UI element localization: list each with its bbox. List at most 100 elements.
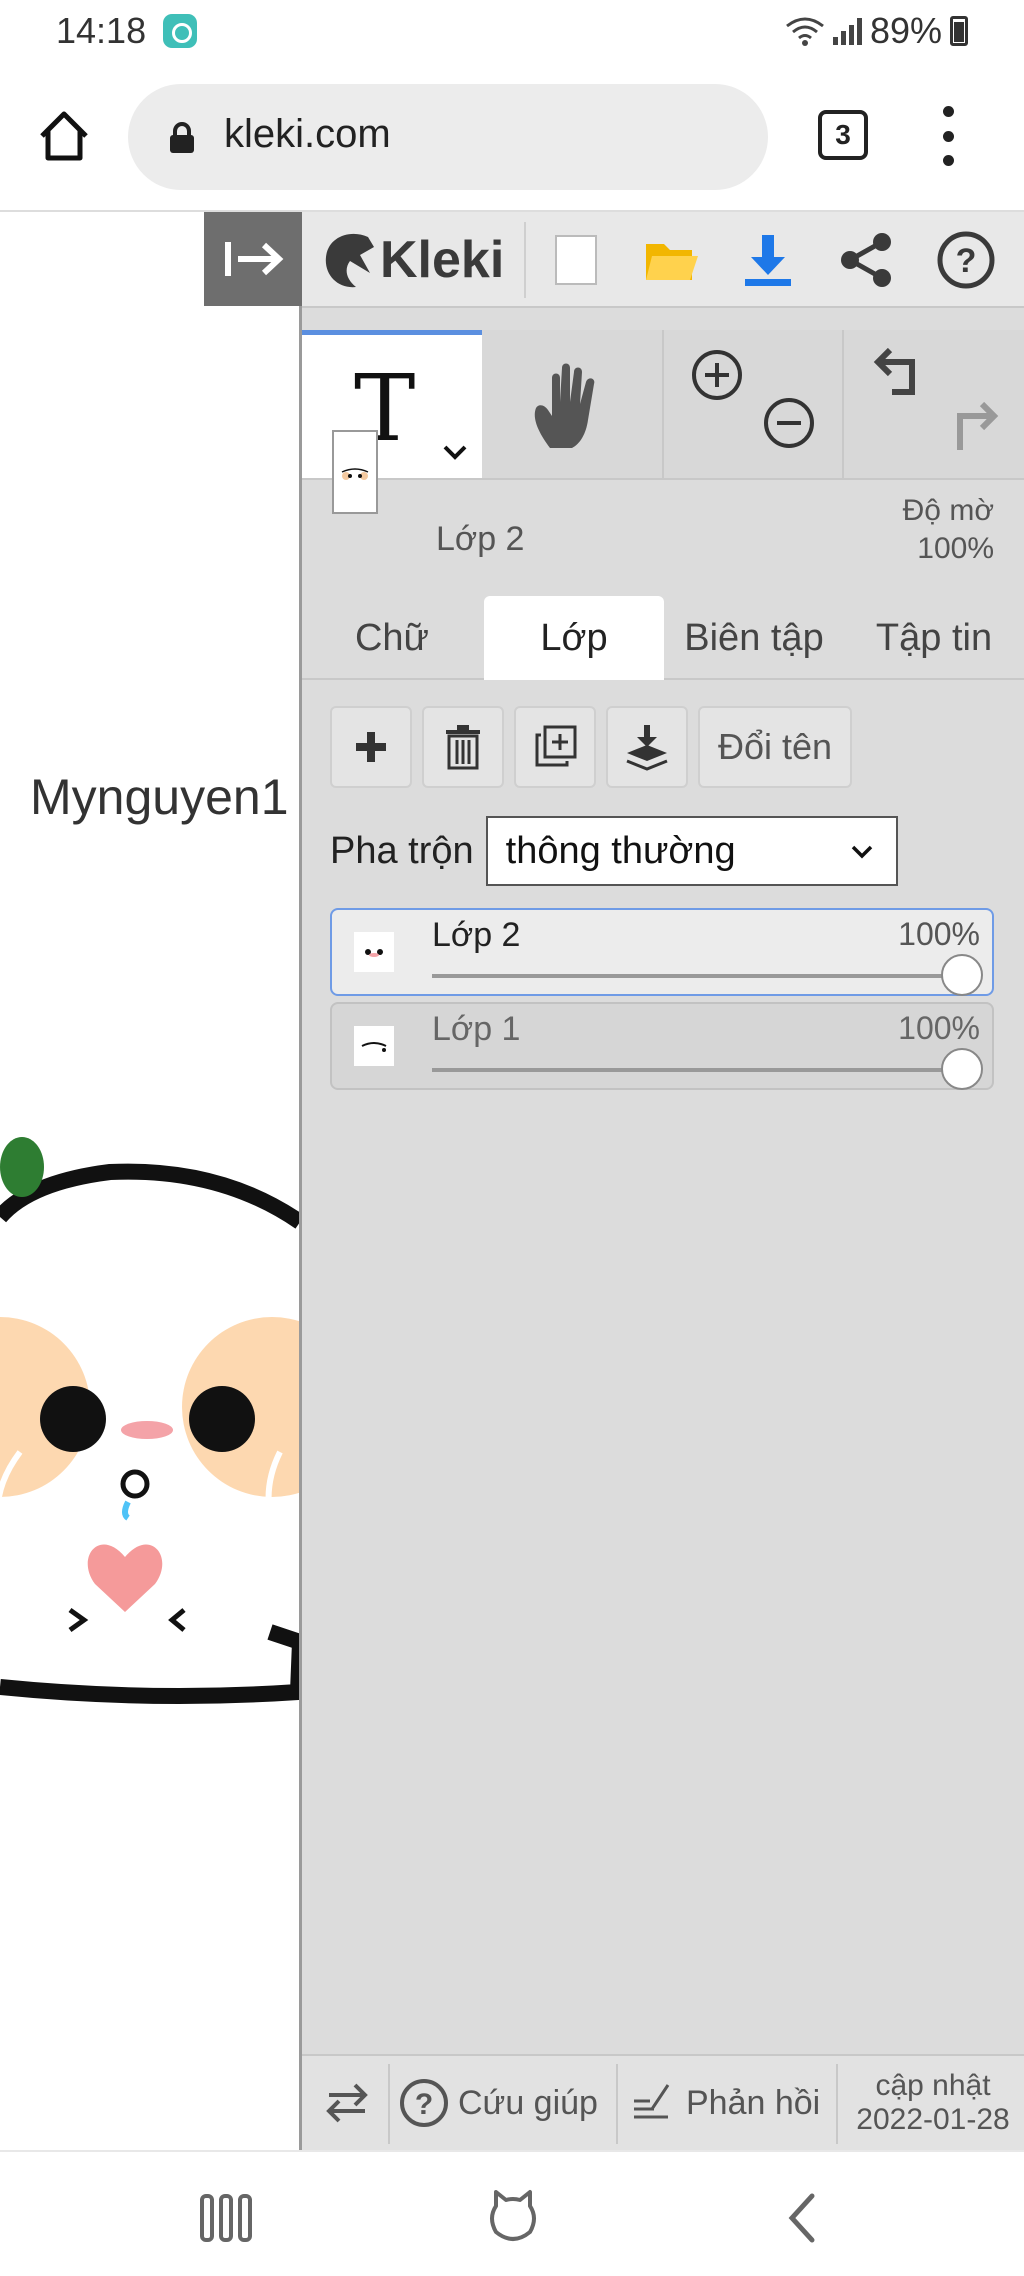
share-icon [841, 233, 891, 287]
canvas-drawing [0, 1137, 299, 1704]
recent-apps-icon[interactable] [198, 2192, 254, 2244]
toolbar-divider [524, 222, 526, 298]
open-file-button[interactable] [638, 226, 706, 294]
blend-mode-value: thông thường [505, 829, 736, 872]
text-tool-button[interactable]: T [302, 330, 482, 478]
top-toolbar: Kleki ? [302, 212, 1024, 308]
download-button[interactable] [734, 226, 802, 294]
tool-row: T [302, 330, 1024, 480]
blend-mode-select[interactable]: thông thường [485, 816, 898, 886]
duplicate-icon [535, 725, 577, 767]
new-image-button[interactable] [542, 226, 610, 294]
download-icon [745, 235, 791, 286]
opacity-slider-track[interactable] [432, 974, 958, 978]
zoom-out-icon[interactable] [762, 396, 816, 450]
kleki-logo: Kleki [320, 224, 504, 296]
status-bar: 14:18 89% [0, 0, 1024, 62]
help-button[interactable]: ? [932, 226, 1000, 294]
update-info[interactable]: cập nhật 2022-01-28 [848, 2056, 1018, 2150]
lock-icon [170, 122, 194, 153]
layer-row[interactable]: Lớp 2 100% [330, 908, 994, 996]
system-navigation-bar [0, 2150, 1024, 2276]
rename-layer-button[interactable]: Đổi tên [698, 706, 852, 788]
zoom-in-icon[interactable] [690, 348, 744, 402]
blend-mode-label: Pha trộn [330, 829, 474, 872]
home-icon[interactable] [36, 108, 92, 164]
browser-menu-icon[interactable] [936, 106, 960, 166]
redo-icon[interactable] [944, 402, 1000, 458]
new-image-icon [555, 235, 597, 285]
duplicate-layer-button[interactable] [514, 706, 596, 788]
panel-tabs: Chữ Lớp Biên tập Tập tin [302, 586, 1024, 680]
collapse-panel-button[interactable] [204, 212, 302, 306]
add-layer-button[interactable] [330, 706, 412, 788]
feedback-pen-icon [634, 2084, 670, 2119]
layer-row[interactable]: Lớp 1 100% [330, 1002, 994, 1090]
opacity-slider-track[interactable] [432, 1068, 958, 1072]
layer-thumbnail [354, 1026, 394, 1066]
kleki-logo-icon [325, 233, 374, 288]
current-layer-name: Lớp 2 [436, 520, 525, 558]
arrow-right-bar-icon [225, 242, 284, 276]
help-label: Cứu giúp [458, 2083, 598, 2122]
undo-icon[interactable] [872, 348, 928, 404]
footer-divider [388, 2064, 390, 2144]
swap-side-button[interactable] [316, 2056, 378, 2150]
opacity-slider-handle[interactable] [941, 1048, 983, 1090]
delete-layer-button[interactable] [422, 706, 504, 788]
blend-mode-row: Pha trộn thông thường [330, 816, 898, 886]
panel-footer: ? Cứu giúp Phản hồi cập nhật 2022-01-28 [302, 2054, 1024, 2150]
battery-icon [950, 16, 968, 46]
layer-opacity: 100% [898, 916, 980, 952]
merge-layer-button[interactable] [606, 706, 688, 788]
current-layer-info: Lớp 2 Độ mờ 100% [302, 480, 1024, 586]
open-folder-icon [646, 244, 698, 280]
trash-icon [446, 725, 480, 770]
svg-text:?: ? [956, 242, 977, 280]
chevron-down-icon[interactable] [442, 443, 468, 461]
update-date: 2022-01-28 [856, 2103, 1010, 2136]
battery-percent: 89% [869, 10, 942, 51]
svg-text:?: ? [415, 2088, 433, 2121]
plus-icon [356, 732, 386, 762]
address-bar[interactable]: kleki.com [128, 84, 768, 190]
share-button[interactable] [832, 226, 900, 294]
update-label: cập nhật [875, 2069, 991, 2102]
footer-divider [836, 2064, 838, 2144]
merge-down-icon [626, 725, 668, 771]
feedback-label: Phản hồi [686, 2083, 821, 2122]
signal-icon [832, 17, 862, 45]
layer-thumbnail [354, 932, 394, 972]
back-nav-icon[interactable] [784, 2192, 820, 2244]
status-indicators: 89% [785, 10, 968, 52]
layer-name: Lớp 1 [432, 1010, 521, 1048]
current-layer-opacity: Độ mờ 100% [902, 494, 994, 565]
help-icon: ? [400, 2079, 448, 2127]
hand-icon [534, 363, 595, 448]
drawing-canvas[interactable]: Mynguyen1 [0, 212, 302, 2150]
clock: 14:18 [56, 10, 147, 51]
tab-layers[interactable]: Lớp [484, 596, 664, 680]
chevron-down-icon [851, 845, 872, 859]
app-notification-icon [163, 14, 197, 48]
zoom-controls [664, 330, 844, 478]
help-link[interactable]: ? Cứu giúp [398, 2056, 598, 2150]
hand-tool-button[interactable] [482, 330, 664, 478]
tab-file[interactable]: Tập tin [844, 596, 1024, 680]
url-text: kleki.com [224, 112, 391, 156]
wifi-icon [786, 17, 824, 46]
browser-toolbar: kleki.com 3 [0, 62, 1024, 212]
help-icon: ? [937, 231, 995, 289]
layer-name: Lớp 2 [432, 916, 521, 954]
tab-text[interactable]: Chữ [302, 596, 482, 680]
footer-divider [616, 2064, 618, 2144]
history-controls [844, 330, 1024, 478]
swap-arrows-icon [326, 2083, 368, 2123]
tab-switcher-button[interactable]: 3 [818, 110, 868, 160]
tab-edit[interactable]: Biên tập [664, 596, 844, 680]
tool-panel: Kleki ? T Lớp 2 Độ mờ 100% Chữ Lớp Biên … [302, 212, 1024, 2150]
home-nav-icon[interactable] [486, 2188, 540, 2244]
layer-opacity: 100% [898, 1010, 980, 1046]
opacity-slider-handle[interactable] [941, 954, 983, 996]
feedback-link[interactable]: Phản hồi [632, 2056, 820, 2150]
